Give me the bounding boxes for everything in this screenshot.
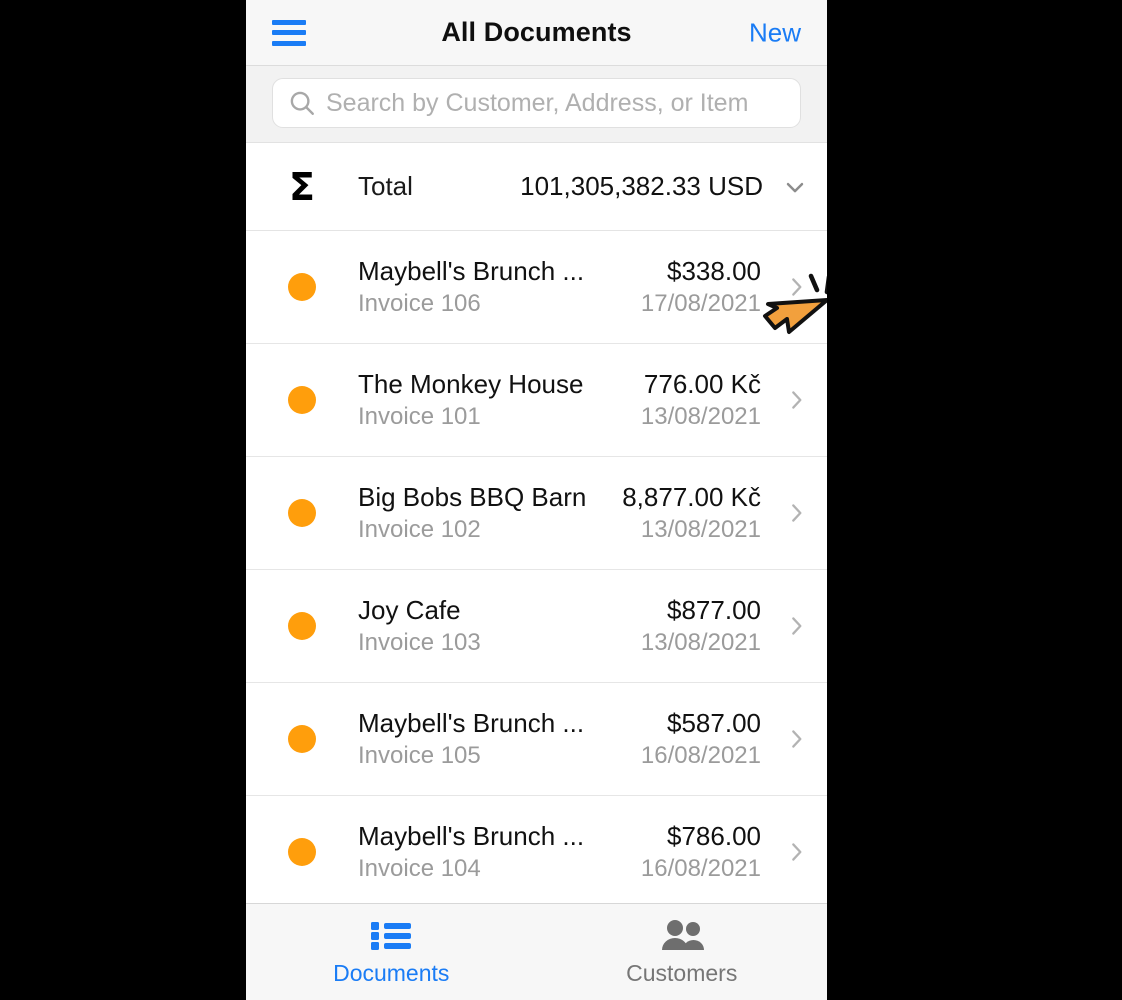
- search-icon: [290, 91, 314, 115]
- document-date: 13/08/2021: [640, 629, 761, 657]
- status-cell: [246, 725, 358, 753]
- page-title: All Documents: [441, 17, 632, 47]
- document-values: $587.00 16/08/2021: [641, 706, 765, 772]
- customer-name: Maybell's Brunch ...: [358, 256, 585, 286]
- document-amount: 8,877.00 Kč: [622, 482, 761, 512]
- new-document-button[interactable]: New: [749, 17, 801, 48]
- hamburger-bar: [272, 30, 306, 35]
- status-cell: [246, 838, 358, 866]
- document-amount: 776.00 Kč: [643, 369, 761, 399]
- documents-list: Maybell's Brunch ... Invoice 106 $338.00…: [246, 231, 827, 909]
- sigma-icon: Σ: [289, 164, 315, 209]
- document-values: $877.00 13/08/2021: [641, 593, 765, 659]
- status-badge: [288, 838, 316, 866]
- chevron-right-icon[interactable]: [765, 387, 827, 413]
- bottom-tab-bar: Documents Customers: [246, 903, 827, 1000]
- document-amount: $587.00: [667, 708, 761, 738]
- status-badge: [288, 612, 316, 640]
- hamburger-bar: [272, 19, 306, 25]
- list-icon: [370, 917, 412, 955]
- customer-name: Joy Cafe: [358, 595, 461, 625]
- document-info: Big Bobs BBQ Barn Invoice 102: [358, 480, 622, 546]
- status-cell: [246, 273, 358, 301]
- hamburger-menu-icon[interactable]: [272, 19, 306, 46]
- table-row[interactable]: Joy Cafe Invoice 103 $877.00 13/08/2021: [246, 570, 827, 683]
- document-info: Joy Cafe Invoice 103: [358, 593, 641, 659]
- document-reference: Invoice 103: [358, 629, 481, 657]
- people-icon: [658, 917, 706, 955]
- chevron-right-icon[interactable]: [765, 613, 827, 639]
- total-summary-row[interactable]: Σ Total 101,305,382.33 USD: [246, 143, 827, 231]
- document-reference: Invoice 102: [358, 516, 481, 544]
- document-amount: $877.00: [667, 595, 761, 625]
- document-values: $338.00 17/08/2021: [641, 254, 765, 320]
- status-cell: [246, 386, 358, 414]
- status-badge: [288, 386, 316, 414]
- search-box[interactable]: [272, 78, 801, 128]
- table-row[interactable]: The Monkey House Invoice 101 776.00 Kč 1…: [246, 344, 827, 457]
- document-values: 776.00 Kč 13/08/2021: [641, 367, 765, 433]
- phone-viewport: All Documents New Σ Total 101,305,382.33…: [246, 0, 827, 1000]
- navigation-bar: All Documents New: [246, 0, 827, 66]
- document-date: 13/08/2021: [640, 516, 761, 544]
- document-info: The Monkey House Invoice 101: [358, 367, 641, 433]
- screen: All Documents New Σ Total 101,305,382.33…: [0, 0, 1122, 1000]
- tab-label-customers: Customers: [626, 960, 738, 986]
- status-cell: [246, 499, 358, 527]
- document-reference: Invoice 106: [358, 290, 481, 318]
- total-label: Total: [358, 171, 413, 201]
- document-info: Maybell's Brunch ... Invoice 104: [358, 819, 641, 885]
- tab-documents[interactable]: Documents: [246, 904, 537, 1000]
- document-reference: Invoice 105: [358, 742, 481, 770]
- table-row[interactable]: Maybell's Brunch ... Invoice 105 $587.00…: [246, 683, 827, 796]
- status-badge: [288, 725, 316, 753]
- document-values: 8,877.00 Kč 13/08/2021: [622, 480, 765, 546]
- table-row[interactable]: Big Bobs BBQ Barn Invoice 102 8,877.00 K…: [246, 457, 827, 570]
- tab-customers[interactable]: Customers: [537, 904, 828, 1000]
- status-badge: [288, 273, 316, 301]
- total-value: 101,305,382.33 USD: [520, 171, 763, 201]
- document-amount: $786.00: [667, 821, 761, 851]
- document-info: Maybell's Brunch ... Invoice 106: [358, 254, 641, 320]
- chevron-down-icon[interactable]: [763, 173, 827, 201]
- document-values: $786.00 16/08/2021: [641, 819, 765, 885]
- hamburger-bar: [272, 40, 306, 46]
- document-info: Maybell's Brunch ... Invoice 105: [358, 706, 641, 772]
- document-date: 16/08/2021: [640, 742, 761, 770]
- customer-name: Maybell's Brunch ...: [358, 708, 585, 738]
- document-reference: Invoice 101: [358, 403, 481, 431]
- tab-label-documents: Documents: [333, 960, 450, 986]
- table-row[interactable]: Maybell's Brunch ... Invoice 106 $338.00…: [246, 231, 827, 344]
- chevron-right-icon[interactable]: [765, 726, 827, 752]
- document-date: 13/08/2021: [640, 403, 761, 431]
- document-amount: $338.00: [667, 256, 761, 286]
- table-row[interactable]: Maybell's Brunch ... Invoice 104 $786.00…: [246, 796, 827, 909]
- chevron-right-icon[interactable]: [765, 274, 827, 300]
- status-cell: [246, 612, 358, 640]
- customer-name: The Monkey House: [358, 369, 584, 399]
- chevron-right-icon[interactable]: [765, 500, 827, 526]
- customer-name: Big Bobs BBQ Barn: [358, 482, 587, 512]
- document-date: 17/08/2021: [640, 290, 761, 318]
- document-date: 16/08/2021: [640, 855, 761, 883]
- chevron-right-icon[interactable]: [765, 839, 827, 865]
- customer-name: Maybell's Brunch ...: [358, 821, 585, 851]
- document-reference: Invoice 104: [358, 855, 481, 883]
- status-badge: [288, 499, 316, 527]
- search-area: [246, 66, 827, 143]
- search-input[interactable]: [326, 88, 786, 118]
